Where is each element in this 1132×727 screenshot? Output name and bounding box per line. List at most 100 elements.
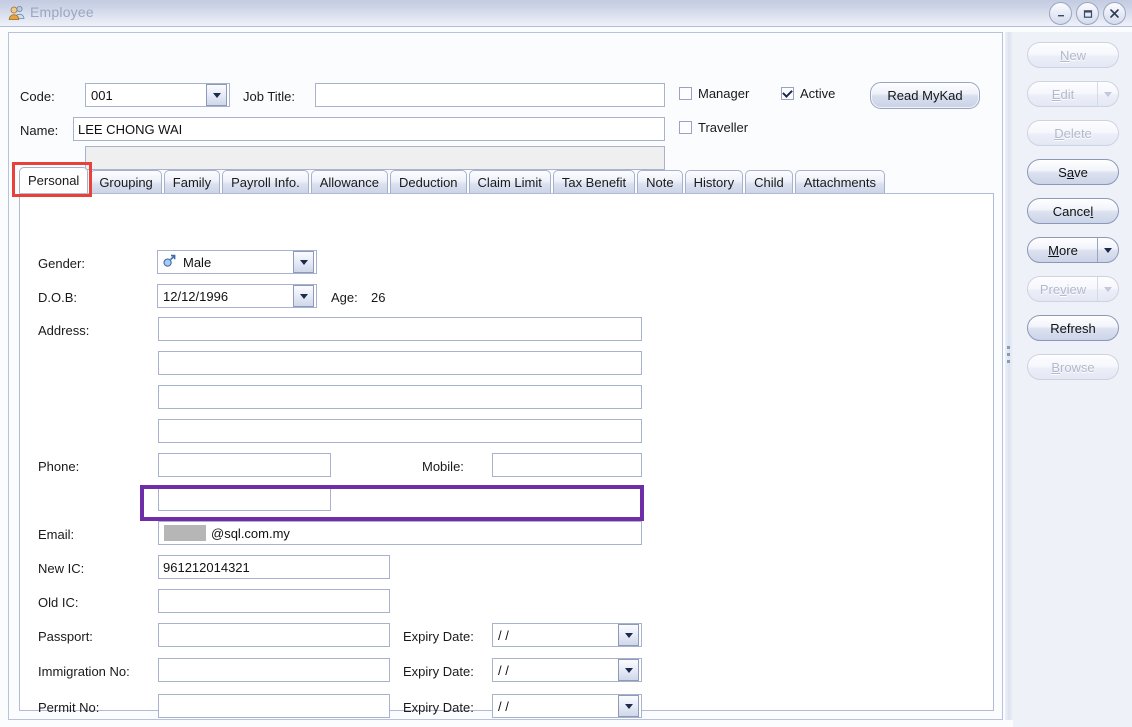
tab-label: Child [754,174,784,190]
splitter-grip [1007,346,1010,367]
phone-input[interactable] [158,453,331,477]
permit-expiry-dropdown-button[interactable] [618,695,639,717]
maximize-button[interactable] [1076,2,1099,25]
gender-combo[interactable]: Male [157,250,317,274]
age-label: Age: [331,290,358,305]
cancel-button[interactable]: Cancel [1027,198,1119,224]
tab-payroll-info[interactable]: Payroll Info. [222,170,309,193]
passport-expiry-label: Expiry Date: [403,629,474,644]
tab-label: Allowance [319,174,379,190]
tab-deduction[interactable]: Deduction [390,170,467,193]
edit-button-label: Edit [1051,86,1075,102]
address-line1-input[interactable] [158,317,642,341]
permit-expiry-value: / / [498,698,509,714]
active-checkbox-row[interactable]: Active [781,86,835,101]
active-checkbox[interactable] [781,87,794,100]
tab-label: Note [646,174,674,190]
tab-allowance[interactable]: Allowance [310,170,388,193]
permit-expiry-combo[interactable]: / / [492,694,642,718]
passport-input[interactable] [158,623,390,647]
old-ic-label: Old IC: [38,595,79,610]
calendar-chevron-down-icon [299,293,308,299]
code-label: Code: [20,89,55,104]
dob-combo[interactable]: 12/12/1996 [157,284,317,308]
tab-label: Deduction [399,174,458,190]
immigration-expiry-dropdown-button[interactable] [618,659,639,681]
tab-claim-limit[interactable]: Claim Limit [468,170,551,193]
tab-child[interactable]: Child [745,170,793,193]
email-input[interactable] [158,521,642,545]
minimize-button[interactable] [1049,2,1072,25]
employee-people-icon [8,4,26,22]
chevron-down-icon [299,259,308,265]
old-ic-input[interactable] [158,589,390,613]
secondary-name-input [85,146,665,170]
mobile-label: Mobile: [422,459,464,474]
cancel-button-label: Cancel [1052,203,1094,219]
tab-grouping[interactable]: Grouping [90,170,162,193]
immigration-label: Immigration No: [38,664,130,679]
window-titlebar: Employee [0,0,1132,27]
new-ic-label: New IC: [38,561,85,576]
manager-checkbox[interactable] [679,87,692,100]
phone-secondary-input[interactable] [158,487,331,511]
mobile-input[interactable] [492,453,642,477]
active-label: Active [800,86,836,101]
name-input[interactable] [73,117,665,141]
manager-checkbox-row[interactable]: Manager [679,86,749,101]
tab-personal[interactable]: Personal [19,167,89,193]
tab-note[interactable]: Note [637,170,683,193]
immigration-expiry-combo[interactable]: / / [492,658,642,682]
code-value: 001 [91,87,113,103]
tab-history[interactable]: History [684,170,744,193]
preview-dropdown-arrow [1097,277,1118,301]
address-line2-input[interactable] [158,351,642,375]
permit-expiry-label: Expiry Date: [403,700,474,715]
traveller-checkbox[interactable] [679,121,692,134]
dob-label: D.O.B: [38,290,78,305]
traveller-checkbox-row[interactable]: Traveller [679,120,748,135]
male-symbol-icon [162,254,176,271]
immigration-expiry-label: Expiry Date: [403,664,474,679]
close-button[interactable] [1103,2,1126,25]
job-title-input[interactable] [315,83,665,107]
panel-splitter[interactable] [1005,32,1013,720]
immigration-input[interactable] [158,658,390,682]
more-button[interactable]: More [1027,237,1119,263]
address-line3-input[interactable] [158,385,642,409]
refresh-button[interactable]: Refresh [1027,315,1119,341]
code-combo[interactable]: 001 [85,83,230,107]
tab-label: Payroll Info. [231,174,300,190]
dob-dropdown-button[interactable] [293,285,314,307]
browse-button: Browse [1027,354,1119,380]
more-dropdown-arrow[interactable] [1097,238,1118,262]
browse-button-label: Browse [1051,359,1095,375]
calendar-chevron-down-icon [624,667,633,673]
passport-label: Passport: [38,629,93,644]
tab-family[interactable]: Family [163,170,221,193]
code-dropdown-button[interactable] [206,84,227,106]
tab-label: Family [172,174,212,190]
passport-expiry-combo[interactable]: / / [492,623,642,647]
new-ic-input[interactable] [158,555,390,579]
gender-dropdown-button[interactable] [293,251,314,273]
tab-tax-benefit[interactable]: Tax Benefit [552,170,636,193]
read-mykad-button[interactable]: Read MyKad [870,82,980,109]
chevron-down-icon [1104,91,1112,97]
age-value: 26 [371,290,386,305]
employee-form: Code: 001 Job Title: Name: Manager Activ… [8,32,1003,720]
permit-input[interactable] [158,694,390,718]
window-controls [1049,2,1126,25]
chevron-down-icon [1104,286,1112,292]
save-button[interactable]: Save [1027,159,1119,185]
passport-expiry-value: / / [498,627,509,643]
edit-dropdown-arrow [1097,82,1118,106]
more-button-label: More [1048,242,1078,258]
tab-label: Claim Limit [477,174,542,190]
preview-button-label: Preview [1039,281,1087,297]
passport-expiry-dropdown-button[interactable] [618,624,639,646]
refresh-button-label: Refresh [1050,320,1096,336]
tab-attachments[interactable]: Attachments [794,170,885,193]
address-line4-input[interactable] [158,419,642,443]
tab-label: Tax Benefit [561,174,627,190]
